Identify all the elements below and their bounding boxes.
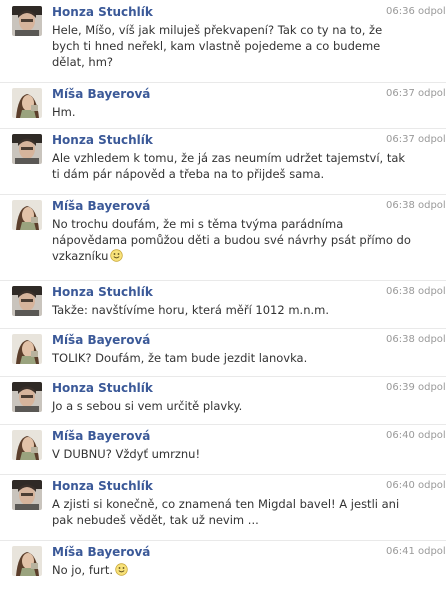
message-timestamp: 06:38 odpol. <box>386 286 446 297</box>
message-timestamp: 06:39 odpol. <box>386 382 446 393</box>
sender-name[interactable]: Míša Bayerová <box>52 333 150 347</box>
message-timestamp: 06:38 odpol. <box>386 334 446 345</box>
message-divider <box>0 82 446 83</box>
message-line-with-smiley: vzkazníku <box>52 248 424 264</box>
message-timestamp: 06:36 odpol. <box>386 6 446 17</box>
message-timestamp: 06:41 odpol. <box>386 546 446 557</box>
message-timestamp: 06:37 odpol. <box>386 88 446 99</box>
message-divider <box>0 376 446 377</box>
misa-avatar-icon <box>12 200 42 230</box>
sender-avatar[interactable] <box>12 286 42 316</box>
sender-avatar[interactable] <box>12 334 42 364</box>
sender-name[interactable]: Honza Stuchlík <box>52 133 153 147</box>
message-text: No jo, furt. <box>52 562 424 578</box>
misa-avatar-icon <box>12 430 42 460</box>
message-line: TOLIK? Doufám, že tam bude jezdit lanovk… <box>52 351 308 365</box>
message-divider <box>0 540 446 541</box>
message-line: V DUBNU? Vždyť umrznu! <box>52 447 201 461</box>
message-divider <box>0 424 446 425</box>
message-line: Hele, Míšo, víš jak miluješ překvapení? … <box>52 23 383 37</box>
smiley-icon <box>110 249 124 262</box>
honza-avatar-icon <box>12 480 42 510</box>
sender-avatar[interactable] <box>12 200 42 230</box>
message-line: nápovědama pomůžou děti a budou své návr… <box>52 233 411 247</box>
smiley-icon <box>115 563 128 576</box>
message-line: Ale vzhledem k tomu, že já zas neumím ud… <box>52 151 406 165</box>
message-line-with-smiley: No jo, furt. <box>52 562 424 578</box>
sender-avatar[interactable] <box>12 480 42 510</box>
message-line: Takže: navštívíme horu, která měří 1012 … <box>52 303 330 317</box>
message-text: A zjisti si konečně, co znamená ten Migd… <box>52 496 424 528</box>
misa-avatar-icon <box>12 334 42 364</box>
message-divider <box>0 128 446 129</box>
message-line: dělat, hm? <box>52 55 114 69</box>
message-text: TOLIK? Doufám, že tam bude jezdit lanovk… <box>52 350 424 366</box>
message-timestamp: 06:40 odpol. <box>386 480 446 491</box>
message-line: Jo a s sebou si vem určitě plavky. <box>52 399 243 413</box>
message-line: Hm. <box>52 105 76 119</box>
misa-avatar-icon <box>12 88 42 118</box>
message-text: V DUBNU? Vždyť umrznu! <box>52 446 424 462</box>
message-divider <box>0 194 446 195</box>
message-text: Jo a s sebou si vem určitě plavky. <box>52 398 424 414</box>
honza-avatar-icon <box>12 6 42 36</box>
sender-name[interactable]: Honza Stuchlík <box>52 5 153 19</box>
message-text: Ale vzhledem k tomu, že já zas neumím ud… <box>52 150 424 182</box>
message-divider <box>0 328 446 329</box>
message-timestamp: 06:37 odpol. <box>386 134 446 145</box>
honza-avatar-icon <box>12 286 42 316</box>
sender-avatar[interactable] <box>12 430 42 460</box>
message-line: vzkazníku <box>52 249 109 263</box>
sender-avatar[interactable] <box>12 88 42 118</box>
message-timestamp: 06:38 odpol. <box>386 200 446 211</box>
sender-avatar[interactable] <box>12 546 42 576</box>
message-line: ti dám pár nápověd a třeba na to přijdeš… <box>52 167 325 181</box>
sender-name[interactable]: Míša Bayerová <box>52 429 150 443</box>
sender-name[interactable]: Míša Bayerová <box>52 87 150 101</box>
message-line: pak nebudeš vědět, tak už nevim ... <box>52 513 259 527</box>
honza-avatar-icon <box>12 382 42 412</box>
message-line: No jo, furt. <box>52 563 114 577</box>
message-line: bych ti hned neřekl, kam vlastně pojedem… <box>52 39 381 53</box>
message-timestamp: 06:40 odpol. <box>386 430 446 441</box>
message-line: A zjisti si konečně, co znamená ten Migd… <box>52 497 400 511</box>
message-divider <box>0 474 446 475</box>
message-text: Hele, Míšo, víš jak miluješ překvapení? … <box>52 22 424 70</box>
sender-name[interactable]: Honza Stuchlík <box>52 479 153 493</box>
message-text: Hm. <box>52 104 424 120</box>
message-divider <box>0 280 446 281</box>
sender-avatar[interactable] <box>12 6 42 36</box>
message-text: No trochu doufám, že mi s těma tvýma par… <box>52 216 424 264</box>
sender-name[interactable]: Míša Bayerová <box>52 199 150 213</box>
honza-avatar-icon <box>12 134 42 164</box>
chat-conversation: Honza Stuchlík 06:36 odpol. Hele, Míšo, … <box>0 0 446 600</box>
sender-name[interactable]: Honza Stuchlík <box>52 381 153 395</box>
message-text: Takže: navštívíme horu, která měří 1012 … <box>52 302 424 318</box>
sender-name[interactable]: Honza Stuchlík <box>52 285 153 299</box>
misa-avatar-icon <box>12 546 42 576</box>
sender-avatar[interactable] <box>12 382 42 412</box>
sender-name[interactable]: Míša Bayerová <box>52 545 150 559</box>
message-line: No trochu doufám, že mi s těma tvýma par… <box>52 217 344 231</box>
sender-avatar[interactable] <box>12 134 42 164</box>
